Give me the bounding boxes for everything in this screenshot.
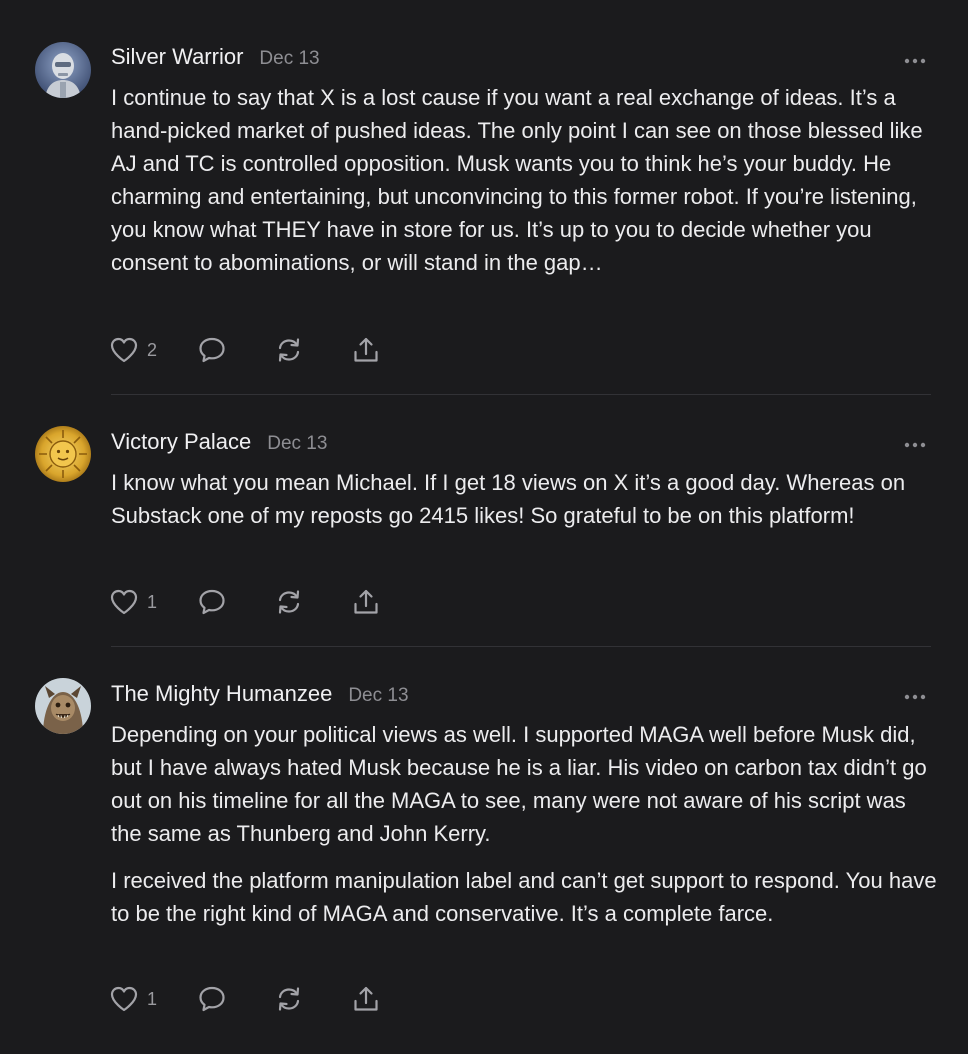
comment-actions: 1 [109,983,381,1015]
reply-button[interactable] [197,335,227,365]
comment-body: I continue to say that X is a lost cause… [111,81,941,279]
comment-actions: 1 [109,586,381,618]
speech-bubble-icon [199,986,225,1012]
share-upload-icon [354,986,378,1011]
avatar[interactable] [35,426,91,482]
ellipsis-icon [904,442,926,448]
like-count: 1 [147,988,158,1009]
share-button[interactable] [351,335,381,365]
speech-bubble-icon [199,337,225,363]
comment-header: Silver Warrior Dec 13 [111,44,320,72]
comment-date[interactable]: Dec 13 [267,433,327,455]
like-count: 2 [147,339,158,360]
more-options-button[interactable] [903,689,927,700]
like-button[interactable]: 1 [109,985,157,1013]
comment-header: Victory Palace Dec 13 [111,429,327,457]
comment-body: Depending on your political views as wel… [111,718,941,930]
comment-paragraph: I received the platform manipulation lab… [111,868,937,926]
like-button[interactable]: 2 [109,336,157,364]
author-name[interactable]: The Mighty Humanzee [111,681,332,707]
comment-date[interactable]: Dec 13 [348,685,408,707]
like-button[interactable]: 1 [109,588,157,616]
share-button[interactable] [351,587,381,617]
comment-paragraph: Depending on your political views as wel… [111,722,927,846]
robot-avatar-icon [35,42,91,98]
restack-arrows-icon [278,338,300,362]
share-upload-icon [354,589,378,614]
divider [111,394,931,395]
author-name[interactable]: Silver Warrior [111,44,243,70]
restack-arrows-icon [278,987,300,1011]
restack-button[interactable] [274,984,304,1014]
heart-icon [110,337,138,363]
golden-sun-avatar-icon [35,426,91,482]
ellipsis-icon [904,58,926,64]
divider [111,646,931,647]
comment-header: The Mighty Humanzee Dec 13 [111,681,409,709]
like-count: 1 [147,591,158,612]
comment-body: I know what you mean Michael. If I get 1… [111,466,941,532]
heart-icon [110,986,138,1012]
more-options-button[interactable] [903,53,927,64]
comment-actions: 2 [109,334,381,366]
author-name[interactable]: Victory Palace [111,429,251,455]
reply-button[interactable] [197,984,227,1014]
restack-button[interactable] [274,587,304,617]
avatar[interactable] [35,678,91,734]
share-button[interactable] [351,984,381,1014]
ellipsis-icon [904,694,926,700]
creature-avatar-icon [35,678,91,734]
comment-date[interactable]: Dec 13 [259,48,319,70]
speech-bubble-icon [199,589,225,615]
more-options-button[interactable] [903,437,927,448]
comment-paragraph: I know what you mean Michael. If I get 1… [111,470,906,528]
reply-button[interactable] [197,587,227,617]
restack-arrows-icon [278,590,300,614]
share-upload-icon [354,337,378,362]
heart-icon [110,589,138,615]
avatar[interactable] [35,42,91,98]
restack-button[interactable] [274,335,304,365]
comment-paragraph: I continue to say that X is a lost cause… [111,85,923,275]
